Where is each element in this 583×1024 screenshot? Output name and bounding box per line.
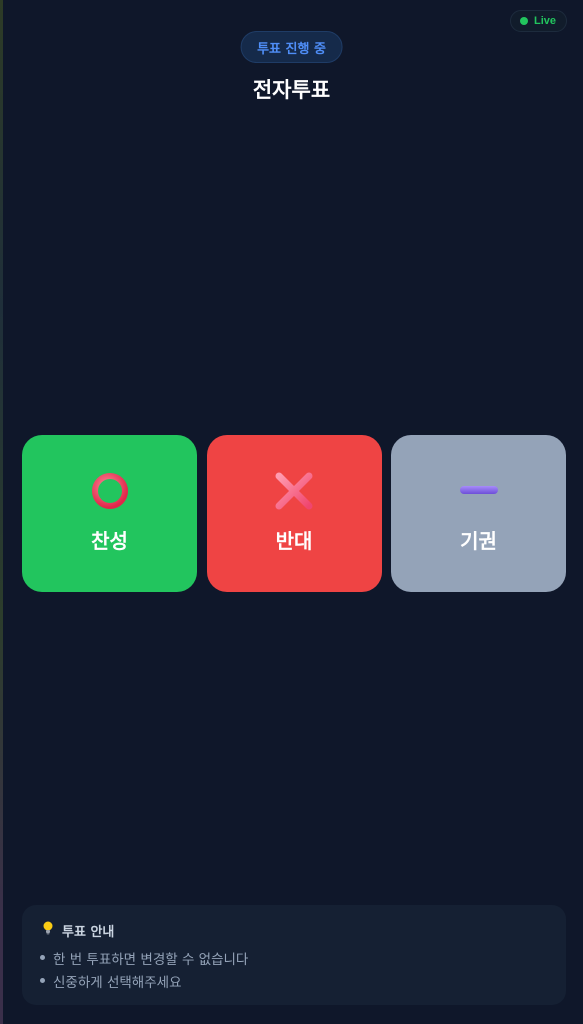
vote-abstain-label: 기권 <box>460 531 497 553</box>
live-dot-icon <box>519 17 528 25</box>
vote-yes-button[interactable]: 찬성 <box>22 435 197 592</box>
list-item: 한 번 투표하면 변경할 수 없습니다 <box>40 946 548 969</box>
window-edge-strip <box>0 0 3 1024</box>
cross-x-icon <box>272 469 316 513</box>
vote-options: 찬성 반대 기권 <box>22 435 566 592</box>
lightbulb-icon <box>40 920 56 940</box>
list-item: 신중하게 선택해주세요 <box>40 969 548 992</box>
guide-list: 한 번 투표하면 변경할 수 없습니다 신중하게 선택해주세요 <box>40 946 548 992</box>
bullet-icon <box>40 978 45 983</box>
guide-item-text: 한 번 투표하면 변경할 수 없습니다 <box>53 951 249 968</box>
vote-abstain-button[interactable]: 기권 <box>391 435 566 592</box>
voting-status-badge: 투표 진행 중 <box>240 31 343 63</box>
guide-header: 투표 안내 <box>40 920 548 940</box>
live-label: Live <box>533 15 556 27</box>
guide-item-text: 신중하게 선택해주세요 <box>53 974 182 991</box>
vote-screen: Live 투표 진행 중 전자투표 찬성 반대 기권 투표 안내 한 번 투표하… <box>0 0 583 1024</box>
page-title: 전자투표 <box>252 78 331 102</box>
minus-dash-icon <box>457 469 501 513</box>
bullet-icon <box>40 955 45 960</box>
vote-yes-label: 찬성 <box>91 531 128 553</box>
live-badge: Live <box>509 10 567 32</box>
voting-guide-panel: 투표 안내 한 번 투표하면 변경할 수 없습니다 신중하게 선택해주세요 <box>22 905 566 1005</box>
circle-o-icon <box>88 469 132 513</box>
vote-no-label: 반대 <box>275 531 313 553</box>
vote-no-button[interactable]: 반대 <box>206 435 382 592</box>
guide-title: 투표 안내 <box>62 924 115 940</box>
